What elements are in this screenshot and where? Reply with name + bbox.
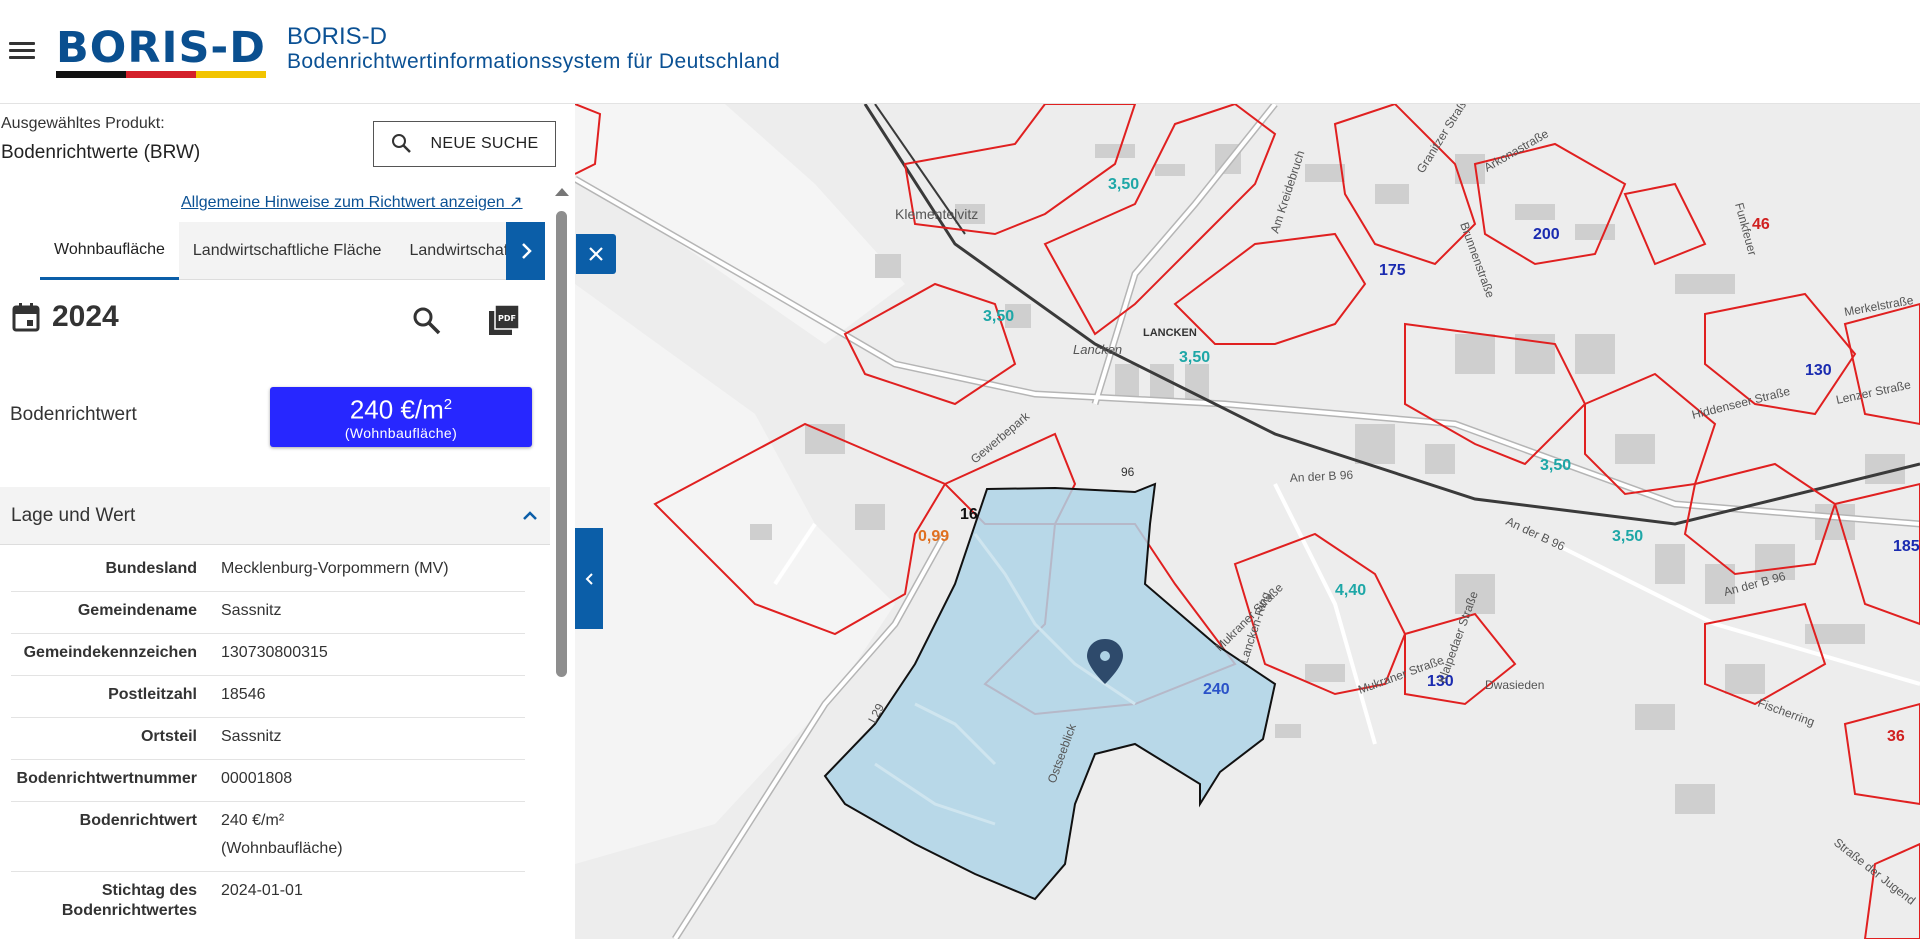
scroll-up-arrow[interactable] (555, 188, 569, 196)
product-value: Bodenrichtwerte (BRW) (1, 142, 201, 163)
map-canvas[interactable]: 3,50 3,50 3,50 3,50 3,50 4,40 0,99 16 46… (575, 104, 1920, 939)
svg-text:200: 200 (1533, 226, 1560, 243)
tab-landwirtschaft-truncated[interactable]: Landwirtschaf (395, 222, 522, 280)
app-header: BORIS-D BORIS-D Bodenrichtwertinformatio… (0, 0, 1920, 104)
collapse-sidebar-button[interactable] (575, 528, 603, 629)
svg-text:36: 36 (1887, 728, 1905, 745)
svg-text:240: 240 (1203, 681, 1230, 698)
tab-wohnbauflaeche[interactable]: Wohnbaufläche (40, 222, 179, 280)
svg-text:3,50: 3,50 (1540, 457, 1571, 474)
svg-text:3,50: 3,50 (983, 308, 1014, 325)
table-row: Bodenrichtwertnummer 00001808 (11, 760, 525, 802)
svg-text:3,50: 3,50 (1179, 349, 1210, 366)
svg-text:0,99: 0,99 (918, 528, 949, 545)
chevron-left-icon (585, 572, 593, 585)
search-icon (391, 134, 411, 153)
svg-text:LANCKEN: LANCKEN (1143, 327, 1197, 339)
zoom-to-result-button[interactable] (412, 306, 442, 341)
logo-text: BORIS-D (56, 23, 266, 73)
brw-value: 240 €/m2 (349, 394, 453, 425)
svg-text:3,50: 3,50 (1108, 176, 1139, 193)
table-row: Ortsteil Sassnitz (11, 718, 525, 760)
svg-text:46: 46 (1752, 216, 1770, 233)
table-row: Bodenrichtwert 240 €/m² (Wohnbaufläche) (11, 802, 525, 872)
brw-usage: (Wohnbaufläche) (344, 424, 458, 441)
svg-text:Lancken: Lancken (1073, 342, 1122, 357)
section-title: Lage und Wert (11, 504, 136, 526)
chevron-up-icon (523, 510, 537, 520)
table-row: Postleitzahl 18546 (11, 676, 525, 718)
brw-value-badge: 240 €/m2 (Wohnbaufläche) (270, 387, 532, 447)
tab-landwirtschaftliche-flaeche[interactable]: Landwirtschaftliche Fläche (179, 222, 396, 280)
svg-text:16: 16 (960, 506, 978, 523)
detail-table: Bundesland Mecklenburg-Vorpommern (MV) Ge… (11, 550, 525, 939)
tabs-next-button[interactable] (506, 222, 545, 280)
pdf-export-button[interactable]: PDF (488, 304, 520, 341)
svg-text:96: 96 (1121, 465, 1135, 479)
usage-tabs: Wohnbaufläche Landwirtschaftliche Fläche… (40, 222, 545, 280)
new-search-label: NEUE SUCHE (430, 135, 539, 152)
table-row: Bundesland Mecklenburg-Vorpommern (MV) (11, 550, 525, 592)
map-view[interactable]: 3,50 3,50 3,50 3,50 3,50 4,40 0,99 16 46… (575, 104, 1920, 939)
table-row: Stichtag des Bodenrichtwertes 2024-01-01 (11, 872, 525, 939)
sidebar-scrollbar[interactable] (556, 211, 567, 677)
boris-d-logo[interactable]: BORIS-D (56, 23, 266, 78)
close-icon (589, 247, 603, 261)
app-subtitle: Bodenrichtwertinformationssystem für Deu… (287, 50, 781, 73)
svg-text:PDF: PDF (498, 314, 516, 323)
table-row: Gemeindename Sassnitz (11, 592, 525, 634)
calendar-icon (12, 303, 40, 332)
svg-text:185: 185 (1893, 538, 1920, 555)
svg-text:3,50: 3,50 (1612, 528, 1643, 545)
pdf-icon: PDF (489, 304, 520, 335)
svg-text:Dwasieden: Dwasieden (1485, 678, 1544, 692)
svg-text:4,40: 4,40 (1335, 582, 1366, 599)
year-value: 2024 (52, 300, 119, 333)
logo-flag-bar (56, 71, 266, 78)
table-row: Gemeindekennzeichen 130730800315 (11, 634, 525, 676)
app-title: BORIS-D (287, 23, 388, 50)
chevron-right-icon (521, 243, 532, 259)
menu-icon[interactable] (9, 42, 35, 62)
lage-und-wert-header[interactable]: Lage und Wert (0, 487, 550, 545)
result-sidebar: Ausgewähltes Produkt: Bodenrichtwerte (B… (0, 104, 573, 939)
brw-label: Bodenrichtwert (10, 404, 137, 425)
svg-text:130: 130 (1805, 362, 1832, 379)
search-icon (413, 307, 441, 335)
new-search-button[interactable]: NEUE SUCHE (373, 121, 556, 167)
svg-text:175: 175 (1379, 262, 1406, 279)
product-label: Ausgewähltes Produkt: (1, 115, 165, 132)
close-panel-button[interactable] (576, 234, 616, 274)
svg-text:Klementelvitz: Klementelvitz (895, 206, 978, 222)
general-hints-link[interactable]: Allgemeine Hinweise zum Richtwert anzeig… (181, 192, 523, 212)
year-row: 2024 (12, 300, 119, 334)
